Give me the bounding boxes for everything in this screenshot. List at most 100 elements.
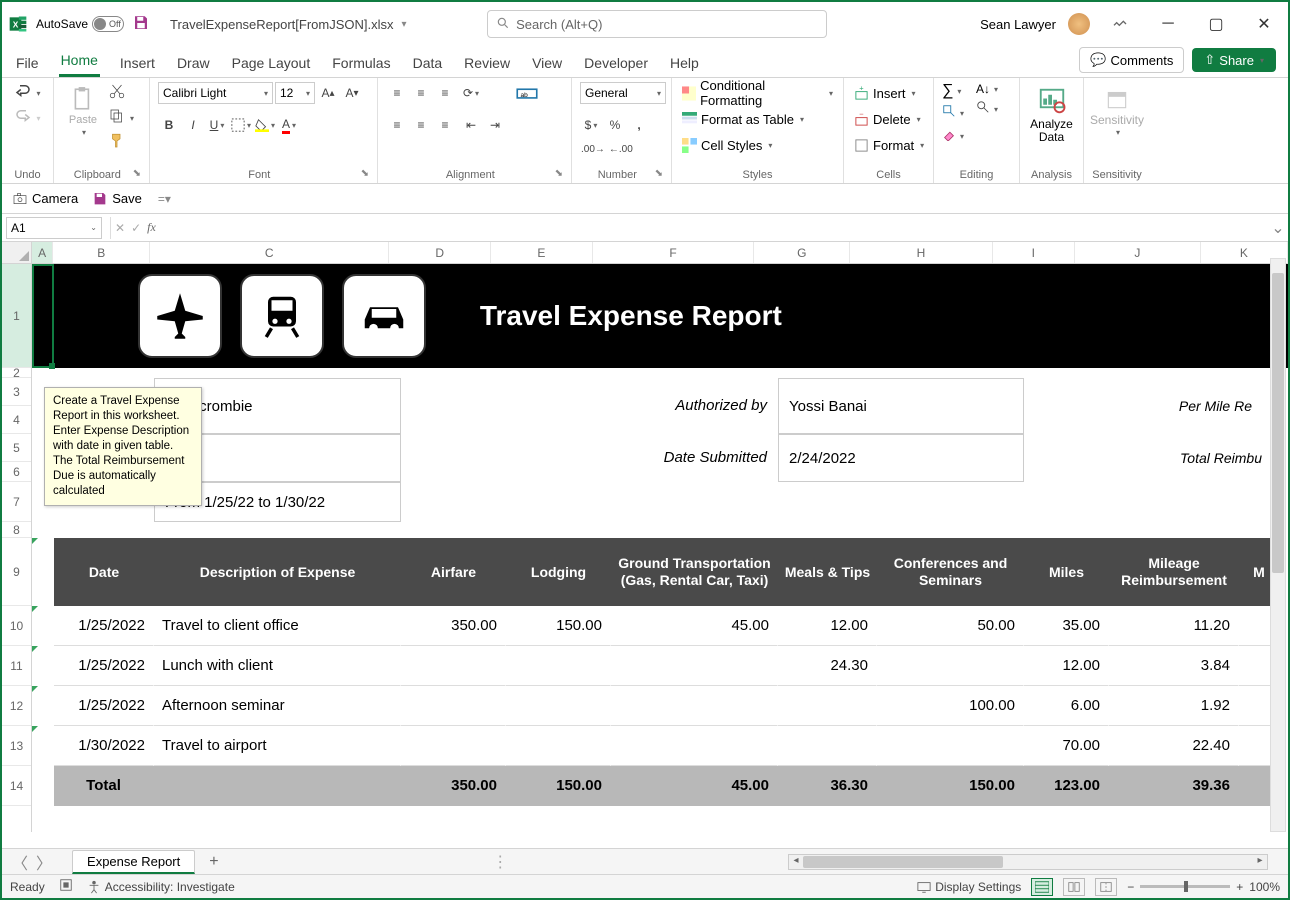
- align-bot-icon[interactable]: ≡: [434, 82, 456, 104]
- minimize-icon[interactable]: ─: [1150, 10, 1186, 38]
- fill-color-icon[interactable]: ▾: [254, 114, 276, 136]
- save-button[interactable]: Save: [92, 191, 142, 207]
- cell-desc[interactable]: Travel to client office: [154, 606, 401, 646]
- cell-meals[interactable]: [778, 726, 877, 766]
- cell-conf[interactable]: 50.00: [877, 606, 1024, 646]
- font-size-select[interactable]: 12▾: [275, 82, 315, 104]
- cancel-icon[interactable]: ✕: [115, 221, 125, 235]
- cell-ground[interactable]: 45.00: [611, 606, 778, 646]
- cell-miles[interactable]: 35.00: [1024, 606, 1109, 646]
- cell-miles[interactable]: 70.00: [1024, 726, 1109, 766]
- launcher-icon[interactable]: ⬊: [555, 168, 563, 180]
- total-conf[interactable]: 150.00: [877, 766, 1024, 806]
- fill-icon[interactable]: [942, 104, 956, 123]
- col-meals[interactable]: Meals & Tips: [778, 538, 877, 606]
- avatar[interactable]: [1068, 13, 1090, 35]
- row-header[interactable]: 6: [2, 462, 31, 482]
- user-name[interactable]: Sean Lawyer: [980, 17, 1056, 32]
- row-header[interactable]: 8: [2, 522, 31, 538]
- worksheet-grid[interactable]: 1234567891011121314 ABCDEFGHIJK Travel E…: [2, 242, 1288, 832]
- page-layout-view-icon[interactable]: [1063, 878, 1085, 896]
- row-header[interactable]: 3: [2, 378, 31, 406]
- cell-desc[interactable]: Travel to airport: [154, 726, 401, 766]
- col-header[interactable]: D: [389, 242, 491, 263]
- underline-icon[interactable]: U▾: [206, 114, 228, 136]
- conditional-formatting-button[interactable]: Conditional Formatting▾: [680, 82, 835, 104]
- dec-decimal-icon[interactable]: ←.00: [608, 138, 634, 160]
- cell-meals[interactable]: 12.00: [778, 606, 877, 646]
- decrease-font-icon[interactable]: A▾: [341, 82, 363, 104]
- sheet-next-icon[interactable]: 〉: [36, 850, 52, 874]
- redo-icon[interactable]: [14, 107, 32, 130]
- total-meals[interactable]: 36.30: [778, 766, 877, 806]
- row-header[interactable]: 9: [2, 538, 31, 606]
- cell-date[interactable]: 1/25/2022: [54, 606, 154, 646]
- align-top-icon[interactable]: ≡: [386, 82, 408, 104]
- currency-icon[interactable]: $▾: [580, 114, 602, 136]
- zoom-out-icon[interactable]: −: [1127, 880, 1134, 894]
- col-ground[interactable]: Ground Transportation (Gas, Rental Car, …: [611, 538, 778, 606]
- expand-formula-icon[interactable]: ⌄: [1268, 218, 1288, 238]
- autosave-toggle[interactable]: AutoSave Off: [36, 16, 124, 32]
- macro-icon[interactable]: [59, 878, 73, 895]
- col-header[interactable]: C: [150, 242, 389, 263]
- add-sheet-icon[interactable]: +: [209, 853, 218, 871]
- cell-styles-button[interactable]: Cell Styles▾: [680, 134, 774, 156]
- row-header[interactable]: 1: [2, 264, 31, 368]
- horizontal-scrollbar[interactable]: ◂▸: [788, 854, 1268, 870]
- cell-mileage[interactable]: 22.40: [1109, 726, 1239, 766]
- comments-button[interactable]: 💬Comments: [1079, 47, 1184, 73]
- orientation-icon[interactable]: ⟳▾: [460, 82, 482, 104]
- find-icon[interactable]: [976, 100, 990, 119]
- accessibility-status[interactable]: Accessibility: Investigate: [87, 880, 235, 894]
- cell-mileage[interactable]: 11.20: [1109, 606, 1239, 646]
- cell-airfare[interactable]: [401, 686, 506, 726]
- col-header[interactable]: A: [32, 242, 53, 263]
- align-right-icon[interactable]: ≡: [434, 114, 456, 136]
- clear-icon[interactable]: [942, 127, 956, 146]
- font-name-select[interactable]: Calibri Light▾: [158, 82, 273, 104]
- row-header[interactable]: 5: [2, 434, 31, 462]
- formula-input[interactable]: [156, 217, 1268, 239]
- total-miles[interactable]: 123.00: [1024, 766, 1109, 806]
- comma-icon[interactable]: ,: [628, 114, 650, 136]
- cell-miles[interactable]: 6.00: [1024, 686, 1109, 726]
- col-header[interactable]: J: [1075, 242, 1201, 263]
- cell-miles[interactable]: 12.00: [1024, 646, 1109, 686]
- page-break-view-icon[interactable]: [1095, 878, 1117, 896]
- customize-dropdown-icon[interactable]: =▾: [158, 192, 171, 206]
- tab-home[interactable]: Home: [59, 46, 100, 77]
- date-submitted-field[interactable]: 2/24/2022: [778, 434, 1024, 482]
- indent-inc-icon[interactable]: ⇥: [484, 114, 506, 136]
- launcher-icon[interactable]: ⬊: [133, 168, 141, 180]
- document-title[interactable]: TravelExpenseReport[FromJSON].xlsx: [170, 17, 393, 32]
- paste-button[interactable]: Paste▾: [62, 82, 104, 141]
- total-lodging[interactable]: 150.00: [506, 766, 611, 806]
- cell-date[interactable]: 1/30/2022: [54, 726, 154, 766]
- zoom-in-icon[interactable]: +: [1236, 880, 1243, 894]
- row-header[interactable]: 14: [2, 766, 31, 806]
- cell-lodging[interactable]: [506, 686, 611, 726]
- cell-mileage[interactable]: 3.84: [1109, 646, 1239, 686]
- format-painter-icon[interactable]: [108, 132, 134, 155]
- cell-date[interactable]: 1/25/2022: [54, 646, 154, 686]
- normal-view-icon[interactable]: [1031, 878, 1053, 896]
- inc-decimal-icon[interactable]: .00→: [580, 138, 606, 160]
- col-date[interactable]: Date: [54, 538, 154, 606]
- cell-ground[interactable]: [611, 646, 778, 686]
- bold-icon[interactable]: B: [158, 114, 180, 136]
- align-left-icon[interactable]: ≡: [386, 114, 408, 136]
- cell-airfare[interactable]: 350.00: [401, 606, 506, 646]
- number-format-select[interactable]: General▾: [580, 82, 666, 104]
- maximize-icon[interactable]: ▢: [1198, 10, 1234, 38]
- tab-file[interactable]: File: [14, 49, 41, 77]
- col-header[interactable]: F: [593, 242, 755, 263]
- undo-icon[interactable]: [14, 82, 32, 105]
- ribbon-options-icon[interactable]: [1102, 10, 1138, 38]
- save-icon[interactable]: [132, 14, 152, 34]
- camera-button[interactable]: Camera: [12, 191, 78, 207]
- col-header[interactable]: I: [993, 242, 1075, 263]
- close-icon[interactable]: ✕: [1246, 10, 1282, 38]
- insert-cells-button[interactable]: +Insert▾: [852, 82, 918, 104]
- increase-font-icon[interactable]: A▴: [317, 82, 339, 104]
